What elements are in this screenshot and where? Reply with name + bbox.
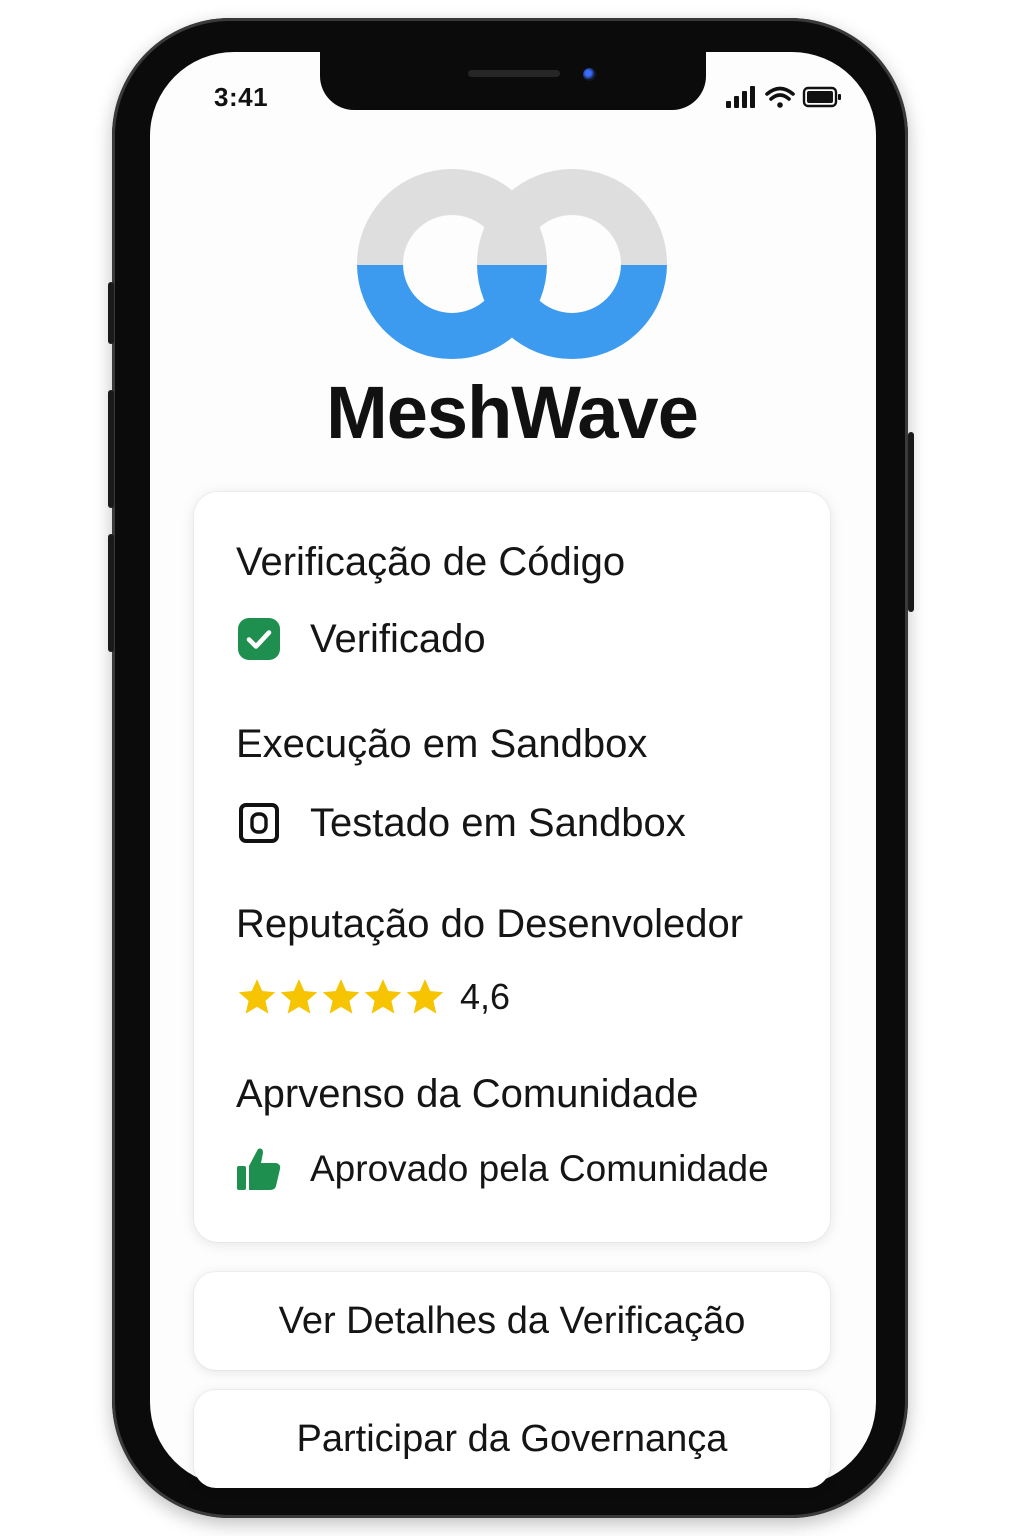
logo-svg — [357, 169, 667, 359]
community-approval-value: Aprovado pela Comunidade — [310, 1148, 769, 1189]
developer-reputation-title: Reputação do Desenvoledor — [236, 902, 744, 946]
thumbs-up-icon — [236, 1146, 282, 1192]
community-approval-title: Aprvenso da Comunidade — [236, 1072, 699, 1116]
community-approval-row: Aprovado pela Comunidade — [236, 1146, 769, 1192]
code-verification-title: Verificação de Código — [236, 540, 626, 584]
silent-switch — [108, 282, 114, 344]
battery-icon — [802, 86, 841, 108]
sandbox-box-icon — [236, 800, 282, 846]
brand-name: MeshWave — [326, 371, 699, 454]
status-icons — [724, 84, 844, 110]
verification-card: Verificação de Código Verificado Execuçã… — [194, 492, 830, 1242]
view-verification-details-button[interactable]: Ver Detalhes da Verificação — [194, 1272, 830, 1370]
star-icon — [322, 979, 360, 1014]
front-camera — [583, 68, 596, 81]
wifi-icon — [765, 86, 795, 108]
code-verification-value: Verificado — [310, 616, 486, 661]
rating-value: 4,6 — [460, 976, 511, 1017]
sandbox-title: Execução em Sandbox — [236, 722, 648, 766]
rating-stars — [236, 976, 446, 1018]
developer-reputation-row: 4,6 — [236, 976, 510, 1018]
sandbox-row: Testado em Sandbox — [236, 800, 686, 846]
code-verification-row: Verificado — [236, 616, 486, 662]
notch — [320, 52, 706, 110]
join-governance-button[interactable]: Participar da Governança — [194, 1390, 830, 1488]
cellular-signal-icon — [726, 86, 755, 108]
star-icon — [406, 979, 444, 1014]
star-icon — [364, 979, 402, 1014]
power-button — [908, 432, 914, 612]
check-badge-icon — [236, 616, 282, 662]
status-icons-svg — [726, 86, 841, 108]
interlocking-rings-logo — [352, 166, 672, 362]
star-icon — [238, 979, 276, 1014]
star-icon — [280, 979, 318, 1014]
volume-down-button — [108, 534, 114, 652]
speaker-grille — [468, 70, 560, 77]
status-time: 3:41 — [214, 82, 269, 112]
sandbox-value: Testado em Sandbox — [310, 800, 686, 845]
